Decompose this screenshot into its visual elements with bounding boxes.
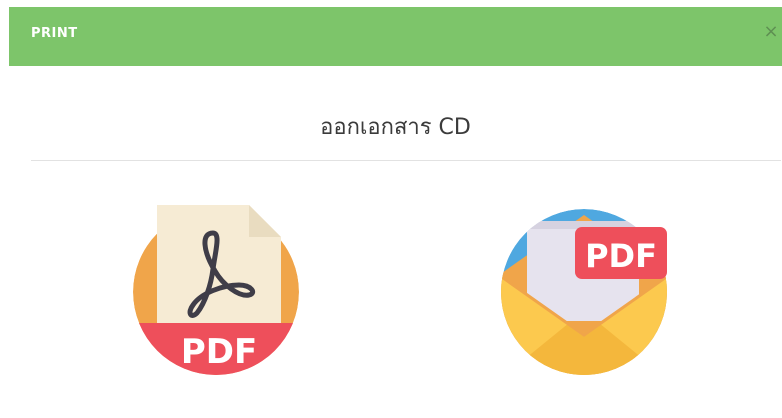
email-badge-label: PDF: [585, 237, 657, 275]
email-pdf-icon: PDF: [501, 209, 667, 375]
dialog-header: PRINT ×: [9, 7, 782, 66]
print-dialog: PRINT × ออกเอกสาร CD PDF PDF: [9, 7, 782, 418]
close-button[interactable]: ×: [760, 21, 782, 43]
email-pdf-button[interactable]: PDF: [499, 205, 669, 380]
divider: [31, 160, 781, 161]
pdf-badge-label: PDF: [181, 332, 257, 372]
pdf-document-icon: PDF: [133, 205, 299, 375]
dialog-title: PRINT: [31, 26, 78, 41]
page-title: ออกเอกสาร CD: [320, 115, 471, 140]
export-pdf-button[interactable]: PDF: [131, 205, 301, 380]
